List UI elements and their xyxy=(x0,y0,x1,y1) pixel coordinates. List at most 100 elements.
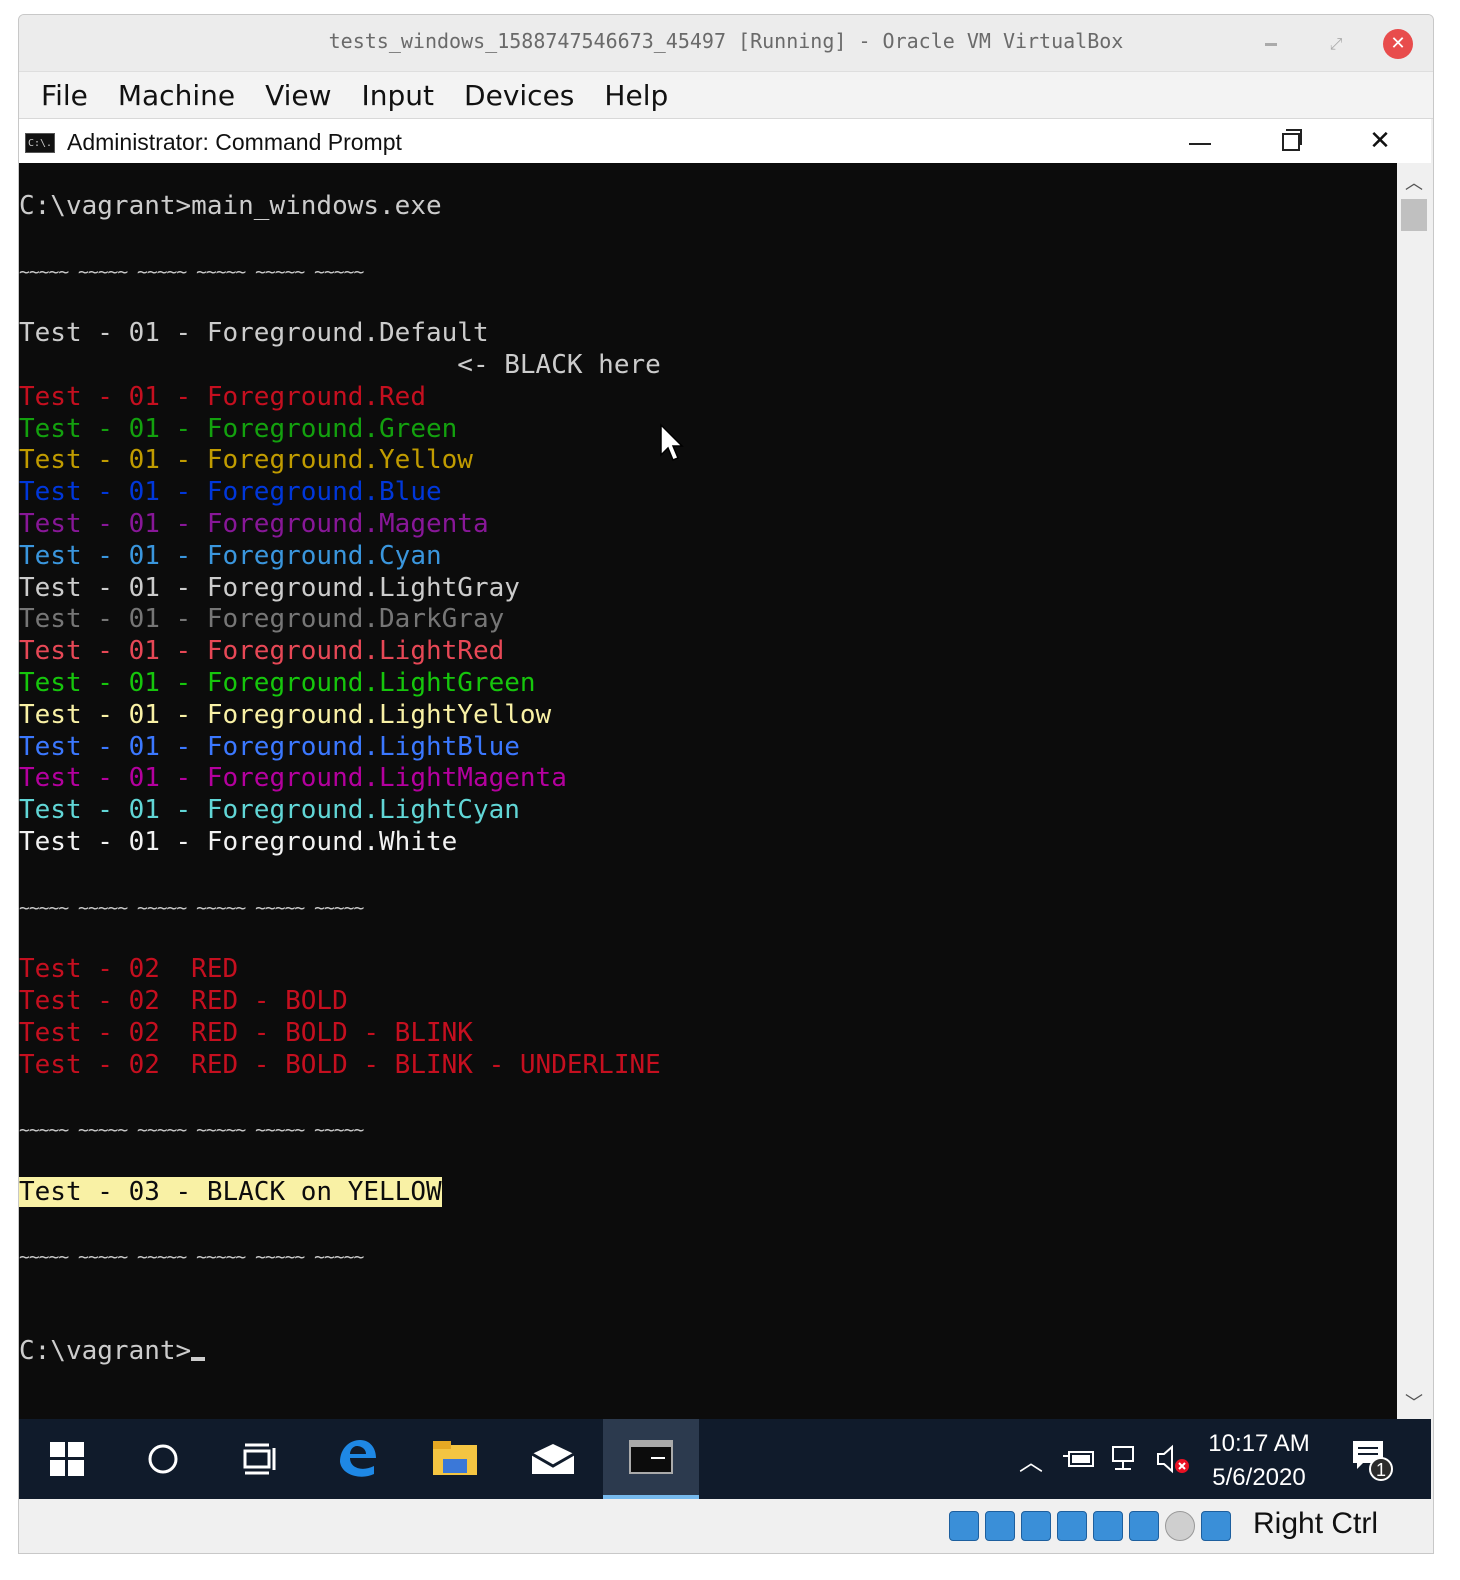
virtualbox-window: tests_windows_1588747546673_45497 [Runni… xyxy=(18,14,1434,1554)
console-line-text: Test - 01 - Foreground.LightRed xyxy=(19,636,505,667)
text-cursor xyxy=(191,1356,206,1361)
scroll-down-icon[interactable]: ﹀ xyxy=(1397,1389,1431,1415)
console-line-text: Test - 01 - Foreground.LightBlue xyxy=(19,731,520,762)
cmd-app-icon xyxy=(629,1440,673,1474)
file-explorer-button[interactable] xyxy=(407,1419,503,1499)
menu-devices[interactable]: Devices xyxy=(464,79,574,112)
edge-browser-icon xyxy=(340,1440,376,1477)
console-line-text: Test - 01 - Foreground.Blue xyxy=(19,477,442,508)
usb-icon[interactable] xyxy=(1093,1511,1123,1541)
console-line-text: ~~~~~ ~~~~~ ~~~~~ ~~~~~ ~~~~~ ~~~~~ xyxy=(19,261,364,283)
console-line: Test - 01 - Foreground.Red xyxy=(19,382,1397,414)
mail-envelope-icon xyxy=(531,1444,575,1474)
menu-view[interactable]: View xyxy=(265,79,331,112)
show-hidden-icons-button[interactable]: ︿ xyxy=(1013,1419,1049,1499)
console-line-text: Test - 03 - BLACK on YELLOW xyxy=(19,1176,442,1207)
start-button[interactable] xyxy=(19,1419,115,1499)
network-adapter-icon[interactable] xyxy=(985,1511,1015,1541)
task-view-button[interactable] xyxy=(211,1419,307,1499)
console-line: <- BLACK here xyxy=(19,350,1397,382)
shared-folder-icon[interactable] xyxy=(1021,1511,1051,1541)
network-icon[interactable] xyxy=(1107,1419,1147,1499)
console-line-text: Test - 01 - Foreground.LightGray xyxy=(19,572,520,603)
console-line-text: Test - 01 - Foreground.Default xyxy=(19,318,489,349)
menu-file[interactable]: File xyxy=(41,79,88,112)
console-line: Test - 01 - Foreground.Blue xyxy=(19,477,1397,509)
scroll-up-icon[interactable]: ︿ xyxy=(1397,169,1431,195)
console-line: ~~~~~ ~~~~~ ~~~~~ ~~~~~ ~~~~~ ~~~~~ xyxy=(19,1113,1397,1145)
vm-title: tests_windows_1588747546673_45497 [Runni… xyxy=(328,29,1124,53)
console-line-text: ~~~~~ ~~~~~ ~~~~~ ~~~~~ ~~~~~ ~~~~~ xyxy=(19,897,364,919)
host-key-label: Right Ctrl xyxy=(1253,1507,1379,1540)
action-center-button[interactable]: 1 xyxy=(1341,1419,1401,1499)
taskbar-clock[interactable]: 10:17 AM 5/6/2020 xyxy=(1199,1427,1319,1495)
mail-button[interactable] xyxy=(505,1419,601,1499)
notification-count: 1 xyxy=(1376,1460,1386,1480)
console-line: Test - 01 - Foreground.DarkGray xyxy=(19,604,1397,636)
menu-machine[interactable]: Machine xyxy=(118,79,235,112)
console-line: Test - 01 - Foreground.LightBlue xyxy=(19,732,1397,764)
vm-titlebar[interactable]: tests_windows_1588747546673_45497 [Runni… xyxy=(19,15,1433,72)
console-line: ~~~~~ ~~~~~ ~~~~~ ~~~~~ ~~~~~ ~~~~~ xyxy=(19,891,1397,923)
console-line: C:\vagrant> xyxy=(19,1336,1397,1368)
vm-status-bar: Right Ctrl xyxy=(19,1499,1431,1553)
vm-minimize-button[interactable] xyxy=(1257,29,1287,59)
notification-icon: 1 xyxy=(1353,1441,1393,1481)
vm-close-button[interactable]: ✕ xyxy=(1383,29,1413,59)
edge-button[interactable] xyxy=(309,1419,405,1499)
battery-icon xyxy=(1063,1451,1094,1467)
console-line-text: Test - 02 RED - BOLD - BLINK - UNDERLINE xyxy=(19,1049,661,1080)
mouse-integration-icon[interactable] xyxy=(1165,1511,1195,1541)
console-line-text: Test - 01 - Foreground.LightYellow xyxy=(19,699,552,730)
console-line-text: Test - 01 - Foreground.DarkGray xyxy=(19,604,505,635)
search-button[interactable] xyxy=(115,1419,211,1499)
mouse-pointer-icon xyxy=(660,423,684,461)
keyboard-capture-icon[interactable] xyxy=(1201,1511,1231,1541)
cmd-icon: C:\. xyxy=(25,133,55,153)
search-circle-icon xyxy=(148,1444,178,1474)
console-line: Test - 02 RED - BOLD - BLINK - UNDERLINE xyxy=(19,1050,1397,1082)
console-line-text: C:\vagrant>main_windows.exe xyxy=(19,191,442,221)
console-line: Test - 01 - Foreground.Green xyxy=(19,414,1397,446)
console-line-text: Test - 01 - Foreground.Red xyxy=(19,381,426,412)
cmd-restore-button[interactable] xyxy=(1265,123,1315,159)
console-line-text: Test - 01 - Foreground.White xyxy=(19,826,458,857)
console-line-text: C:\vagrant> xyxy=(19,1335,192,1366)
console-line: Test - 01 - Foreground.LightRed xyxy=(19,636,1397,668)
console-line: Test - 01 - Foreground.LightMagenta xyxy=(19,763,1397,795)
console-line-text: ~~~~~ ~~~~~ ~~~~~ ~~~~~ ~~~~~ ~~~~~ xyxy=(19,1120,364,1142)
console-scrollbar[interactable]: ︿ ﹀ xyxy=(1397,163,1431,1419)
cmd-taskbar-button[interactable] xyxy=(603,1419,699,1499)
console-line-text: Test - 01 - Foreground.Magenta xyxy=(19,508,489,539)
console-line: ~~~~~ ~~~~~ ~~~~~ ~~~~~ ~~~~~ ~~~~~ xyxy=(19,255,1397,287)
console-line: Test - 01 - Foreground.LightGreen xyxy=(19,668,1397,700)
console-line-text: Test - 02 RED - BOLD - BLINK xyxy=(19,1017,473,1048)
cmd-titlebar[interactable]: C:\. Administrator: Command Prompt ✕ xyxy=(19,119,1431,163)
vm-menubar: File Machine View Input Devices Help xyxy=(19,72,1433,119)
volume-muted-icon[interactable] xyxy=(1153,1419,1193,1499)
display-icon[interactable] xyxy=(1057,1511,1087,1541)
console-line: ~~~~~ ~~~~~ ~~~~~ ~~~~~ ~~~~~ ~~~~~ xyxy=(19,1240,1397,1272)
windows-taskbar: ︿ 10:17 AM 5/6/2020 1 xyxy=(19,1419,1431,1499)
windows-logo-icon xyxy=(50,1442,84,1476)
menu-help[interactable]: Help xyxy=(604,79,668,112)
optical-drive-icon[interactable] xyxy=(949,1511,979,1541)
console-line: Test - 01 - Foreground.LightYellow xyxy=(19,700,1397,732)
cmd-minimize-button[interactable] xyxy=(1175,123,1225,159)
scroll-thumb[interactable] xyxy=(1401,199,1427,231)
vm-maximize-button[interactable]: ⤢ xyxy=(1321,29,1351,59)
console-line: Test - 01 - Foreground.Yellow xyxy=(19,445,1397,477)
menu-input[interactable]: Input xyxy=(362,79,435,112)
vm-status-icons xyxy=(949,1511,1231,1541)
network-monitor-icon xyxy=(1112,1446,1134,1470)
console-output[interactable]: C:\vagrant>main_windows.exe ~~~~~ ~~~~~ ~… xyxy=(19,163,1397,1419)
cmd-close-button[interactable]: ✕ xyxy=(1355,123,1405,159)
console-line: Test - 01 - Foreground.White xyxy=(19,827,1397,859)
console-line-text: Test - 01 - Foreground.LightCyan xyxy=(19,795,520,826)
recording-icon[interactable] xyxy=(1129,1511,1159,1541)
power-plug-icon[interactable] xyxy=(1059,1419,1099,1499)
